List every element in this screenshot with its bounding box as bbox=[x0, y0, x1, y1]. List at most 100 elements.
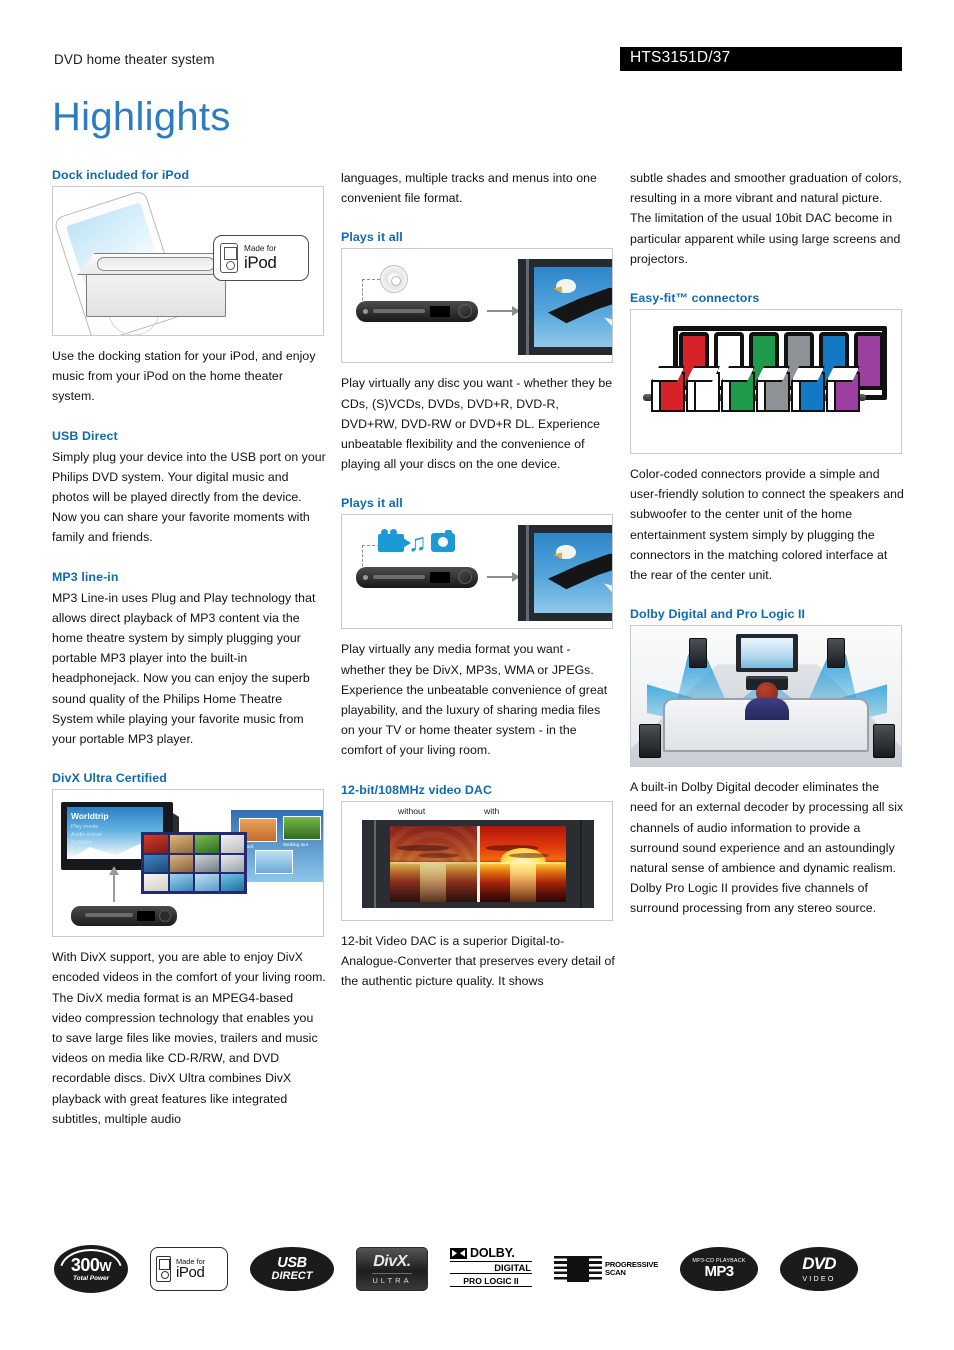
player-graphic bbox=[356, 567, 478, 589]
photo-thumb-foliage bbox=[283, 816, 321, 841]
connector-plug-white bbox=[686, 366, 720, 413]
grid-thumb bbox=[169, 854, 193, 872]
divx-menu-item-0: Play movie bbox=[71, 824, 99, 831]
player-knob bbox=[458, 570, 472, 585]
tv-screen bbox=[534, 267, 612, 348]
eagle-tail-graphic bbox=[604, 583, 612, 596]
divx-menu-item-2: Subtitles bbox=[71, 840, 93, 847]
badge-ipod-label: iPod bbox=[244, 253, 277, 273]
page-title: Highlights bbox=[52, 95, 231, 139]
dolby-surround-room-illustration bbox=[630, 625, 902, 768]
ipod-dock-illustration: Made for iPod bbox=[52, 186, 324, 336]
section-heading-usb: USB Direct bbox=[52, 428, 118, 443]
media-format-icons: ♫ bbox=[378, 528, 455, 555]
section-body-mp3-linein: MP3 Line-in uses Plug and Play technolog… bbox=[52, 590, 316, 747]
section-body-plays-disc: Play virtually any disc you want - wheth… bbox=[341, 376, 613, 472]
speaker-rear-left bbox=[639, 724, 661, 759]
tv-bezel-left bbox=[374, 819, 376, 908]
grid-thumb bbox=[220, 854, 244, 872]
column-3: subtle shades and smoother graduation of… bbox=[630, 168, 904, 919]
player-power-led bbox=[363, 575, 368, 581]
tv-graphic bbox=[518, 259, 612, 356]
grid-thumb bbox=[144, 835, 168, 853]
grid-thumb bbox=[220, 873, 244, 892]
section-heading-plays-disc: Plays it all bbox=[341, 230, 403, 245]
direct-label: DIRECT bbox=[271, 1270, 313, 1283]
connector-plug-purple bbox=[826, 366, 860, 413]
eagle-wing-graphic bbox=[548, 285, 612, 324]
connector-plug-gray bbox=[756, 366, 790, 413]
dac-label-without: without bbox=[398, 805, 426, 816]
photo-thumb-snow bbox=[255, 850, 293, 875]
camera-icon bbox=[430, 530, 455, 553]
disc-path-dash-horizontal bbox=[362, 279, 380, 281]
divx-flow-arrow-icon bbox=[109, 866, 119, 903]
dolby-prologic-label: PRO LOGIC II bbox=[450, 1276, 532, 1287]
section-body-easyfit: Color-coded connectors provide a simple … bbox=[630, 467, 904, 583]
plug-side bbox=[756, 380, 766, 413]
divx-ultra-logo: DivX. ULTRA bbox=[356, 1247, 428, 1291]
plays-media-illustration: ♫ bbox=[341, 514, 613, 630]
dvd-video-logo: DVD VIDEO bbox=[780, 1247, 858, 1291]
section-heading-mp3-linein: MP3 line-in bbox=[52, 569, 119, 584]
grid-thumb bbox=[195, 835, 219, 853]
grid-thumb bbox=[169, 835, 193, 853]
connector-plug-blue bbox=[791, 366, 825, 413]
section-heading-divx: DivX Ultra Certified bbox=[52, 771, 167, 786]
section-heading-dock: Dock included for iPod bbox=[52, 168, 190, 182]
plug-side bbox=[686, 380, 696, 413]
made-for-ipod-badge: Made for iPod bbox=[213, 235, 309, 281]
dock-base-graphic bbox=[86, 269, 226, 317]
disc-icon bbox=[380, 265, 408, 294]
connector-row bbox=[643, 324, 893, 442]
dvd-label: DVD bbox=[802, 1254, 836, 1273]
tv-bezel bbox=[526, 525, 529, 622]
grid-thumb bbox=[195, 873, 219, 892]
sunset-with-dac bbox=[479, 825, 566, 902]
player-graphic bbox=[356, 301, 478, 323]
divx-thumbnail-grid bbox=[141, 832, 247, 895]
camcorder-icon bbox=[378, 528, 411, 552]
plays-disc-illustration bbox=[341, 248, 613, 364]
plug-side bbox=[651, 380, 661, 413]
section-heading-easyfit: Easy-fit™ connectors bbox=[630, 291, 760, 306]
section-body-usb: Simply plug your device into the USB por… bbox=[52, 449, 326, 545]
section-body-divx: With DivX support, you are able to enjoy… bbox=[52, 950, 326, 1126]
progressive-scan-logo: PROGRESSIVE SCAN bbox=[554, 1249, 658, 1289]
divx-menu-item-1: Audio extras bbox=[71, 832, 103, 839]
eagle-head-graphic bbox=[556, 545, 576, 560]
player-knob bbox=[159, 910, 171, 923]
tv-bezel bbox=[526, 259, 529, 356]
sun-glare-graphic bbox=[509, 863, 536, 902]
dock-slot-graphic bbox=[97, 257, 215, 271]
column-1: Dock included for iPod Made for iPod Use… bbox=[52, 168, 326, 1129]
grid-thumb bbox=[195, 854, 219, 872]
section-heading-dolby: Dolby Digital and Pro Logic II bbox=[630, 607, 806, 622]
spec-sheet-page: DVD home theater system HTS3151D/37 High… bbox=[0, 0, 954, 1350]
video-dac-comparison: without with bbox=[341, 800, 613, 921]
badge-made-for-label: Made for bbox=[244, 243, 277, 253]
tv-bezel-right bbox=[580, 819, 582, 908]
section-heading-plays-media: Plays it all bbox=[341, 496, 403, 511]
flow-arrow-icon bbox=[487, 307, 520, 316]
logo-ipod-label: iPod bbox=[176, 1264, 205, 1282]
grid-thumb bbox=[220, 835, 244, 853]
mp3-cd-playback-logo: MP3-CD PLAYBACK MP3 bbox=[680, 1247, 758, 1291]
player-tray bbox=[373, 309, 425, 314]
divx-label: DivX. bbox=[373, 1252, 411, 1270]
scanline-icon bbox=[554, 1256, 602, 1282]
tv-graphic bbox=[518, 525, 612, 622]
section-body-video-dac-continued: subtle shades and smoother graduation of… bbox=[630, 171, 902, 266]
ipod-glyph-icon bbox=[220, 243, 238, 273]
dolby-label: DOLBY. bbox=[470, 1246, 515, 1260]
section-body-divx-continued: languages, multiple tracks and menus int… bbox=[341, 171, 597, 206]
grid-thumb bbox=[144, 854, 168, 872]
listener-body bbox=[745, 698, 789, 721]
connector-plug-red bbox=[651, 366, 685, 413]
dolby-digital-prologic-logo: DOLBY. DIGITAL PRO LOGIC II bbox=[450, 1247, 532, 1291]
mp3-label: MP3 bbox=[704, 1263, 734, 1281]
scan-label: SCAN bbox=[605, 1268, 626, 1277]
made-for-ipod-logo: Made for iPod bbox=[150, 1247, 228, 1291]
player-power-led bbox=[363, 309, 368, 315]
column-2: languages, multiple tracks and menus int… bbox=[341, 168, 615, 991]
